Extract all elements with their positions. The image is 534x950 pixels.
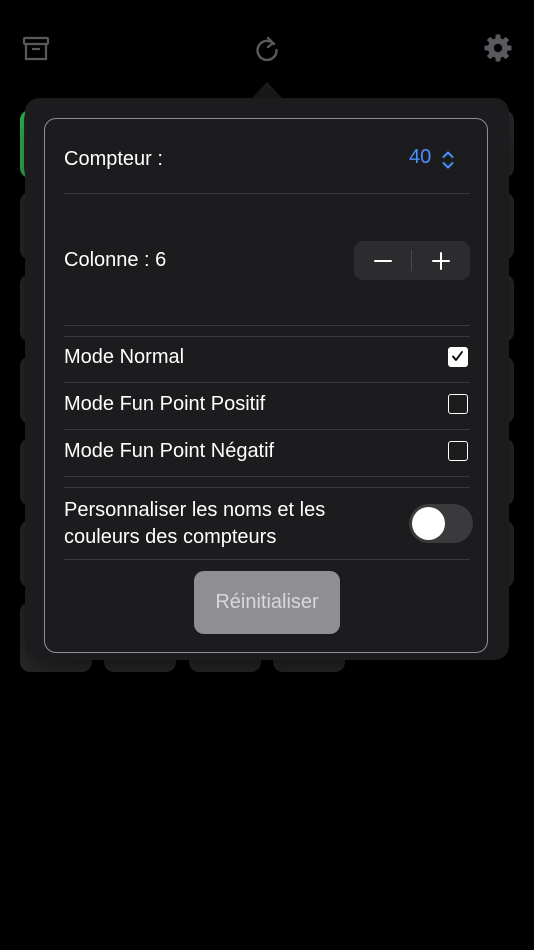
mode-normal-label: Mode Normal [64, 346, 185, 368]
decrement-button[interactable] [354, 241, 412, 280]
toggle-knob [412, 507, 445, 540]
archivebox-icon[interactable] [21, 33, 51, 63]
customize-label-line2: couleurs des compteurs [64, 526, 277, 548]
customize-toggle[interactable] [409, 504, 473, 543]
mode-negative-checkbox[interactable] [448, 441, 468, 461]
divider [64, 193, 470, 194]
divider [64, 429, 470, 430]
reset-button[interactable]: Réinitialiser [194, 571, 340, 634]
counter-label: Compteur : [64, 148, 163, 170]
mode-negative-label: Mode Fun Point Négatif [64, 440, 275, 462]
minus-icon [374, 260, 392, 262]
divider [64, 487, 470, 488]
gear-icon[interactable] [483, 33, 513, 63]
column-stepper [354, 241, 470, 280]
divider [64, 336, 470, 337]
divider [64, 476, 470, 477]
mode-positive-label: Mode Fun Point Positif [64, 393, 266, 415]
divider [64, 382, 470, 383]
chevron-up-down-icon[interactable] [441, 150, 455, 170]
increment-button[interactable] [412, 241, 470, 280]
counter-picker-value[interactable]: 40 [409, 146, 431, 169]
checkmark-icon [452, 351, 463, 361]
divider [64, 559, 470, 560]
plus-icon [432, 252, 450, 270]
popover-arrow [251, 82, 283, 99]
divider [64, 325, 470, 326]
mode-normal-checkbox[interactable] [448, 347, 468, 367]
column-label: Colonne : 6 [64, 249, 167, 271]
customize-label-line1: Personnaliser les noms et les [64, 499, 326, 521]
mode-positive-checkbox[interactable] [448, 394, 468, 414]
arrow-clockwise-icon[interactable] [252, 33, 282, 63]
